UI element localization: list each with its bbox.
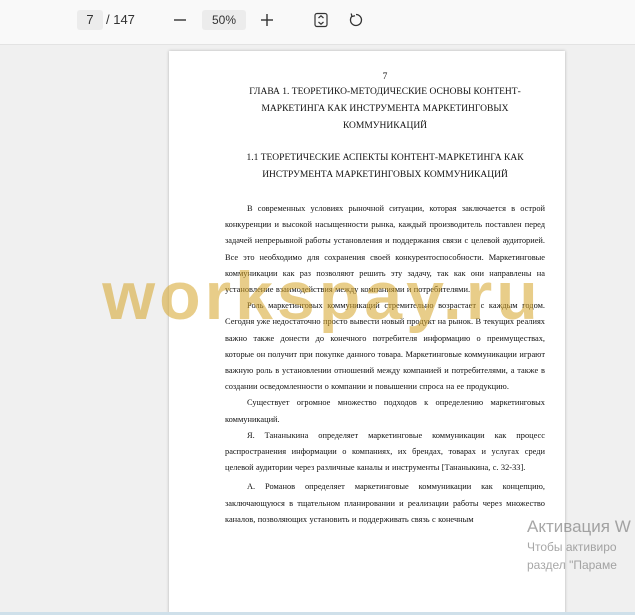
paragraph: Роль маркетинговых коммуникаций стремите…: [225, 301, 545, 392]
paragraph: А. Романов определяет маркетинговые комм…: [225, 482, 545, 524]
total-pages-label: / 147: [106, 12, 135, 27]
chapter-title-line: МАРКЕТИНГА КАК ИНСТРУМЕНТА МАРКЕТИНГОВЫХ: [261, 104, 509, 114]
section-title: 1.1 ТЕОРЕТИЧЕСКИЕ АСПЕКТЫ КОНТЕНТ-МАРКЕТ…: [225, 150, 545, 184]
zoom-level[interactable]: 50%: [202, 10, 246, 30]
fit-page-icon: [314, 12, 328, 28]
document-page: 7 ГЛАВА 1. ТЕОРЕТИКО-МЕТОДИЧЕСКИЕ ОСНОВЫ…: [169, 51, 565, 615]
paragraph: В современных условиях рыночной ситуации…: [225, 204, 545, 295]
chapter-title-line: ГЛАВА 1. ТЕОРЕТИКО-МЕТОДИЧЕСКИЕ ОСНОВЫ К…: [249, 87, 521, 97]
document-content: 7 ГЛАВА 1. ТЕОРЕТИКО-МЕТОДИЧЕСКИЕ ОСНОВЫ…: [225, 71, 545, 528]
section-title-line: 1.1 ТЕОРЕТИЧЕСКИЕ АСПЕКТЫ КОНТЕНТ-МАРКЕТ…: [246, 153, 524, 163]
plus-icon: [261, 14, 273, 26]
rotate-icon: [349, 13, 363, 27]
zoom-in-button[interactable]: [253, 6, 281, 34]
paragraph: Я. Тананыкина определяет маркетинговые к…: [225, 430, 545, 473]
zoom-out-button[interactable]: [166, 6, 194, 34]
paragraph: Существует огромное множество подходов к…: [225, 398, 545, 424]
minus-icon: [174, 19, 186, 21]
rotate-button[interactable]: [342, 6, 370, 34]
current-page-input[interactable]: 7: [77, 10, 103, 30]
chapter-title: ГЛАВА 1. ТЕОРЕТИКО-МЕТОДИЧЕСКИЕ ОСНОВЫ К…: [225, 84, 545, 135]
chapter-title-line: КОММУНИКАЦИЙ: [342, 121, 428, 131]
section-title-line: ИНСТРУМЕНТА МАРКЕТИНГОВЫХ КОММУНИКАЦИЙ: [262, 170, 508, 180]
fit-page-button[interactable]: [307, 6, 335, 34]
page-number: 7: [382, 72, 388, 82]
pdf-toolbar: 7 / 147 50%: [0, 0, 635, 45]
